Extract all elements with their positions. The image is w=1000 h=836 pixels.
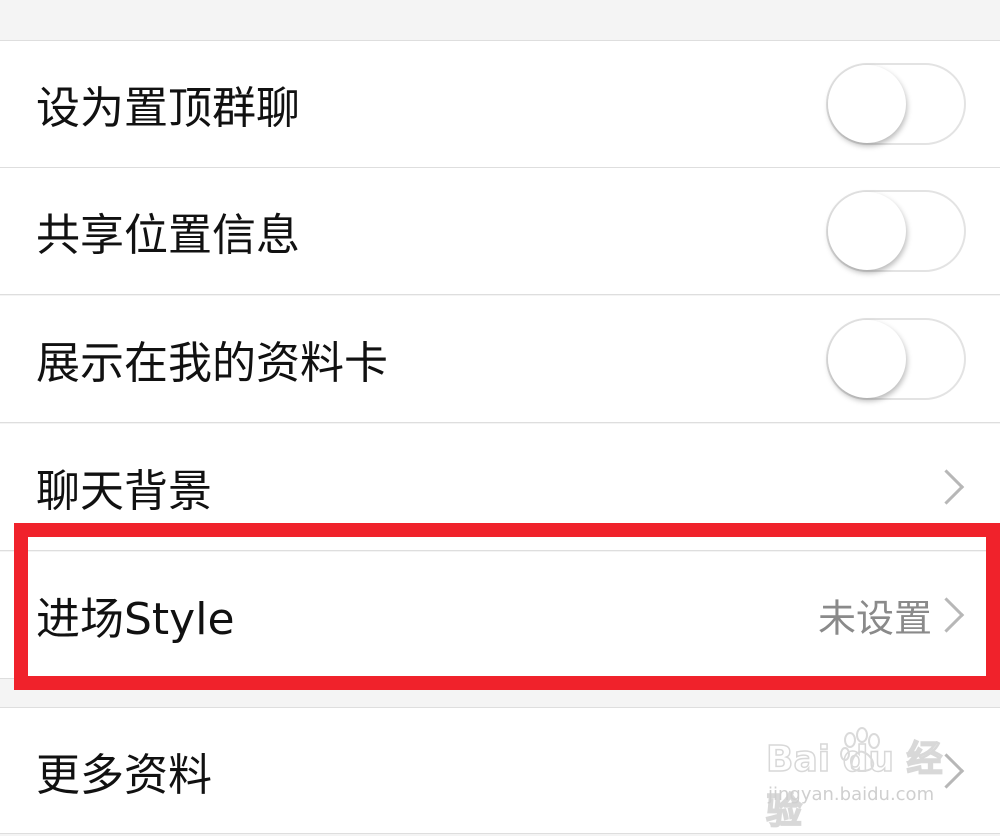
settings-row-label: 聊天背景: [36, 466, 212, 517]
baidu-paw-icon: [840, 727, 880, 772]
chevron-right-icon: [928, 597, 965, 633]
toggle-knob: [828, 320, 906, 398]
settings-row-entrance-style[interactable]: 进场Style 未设置: [0, 552, 1000, 679]
chevron-right-icon: [928, 469, 965, 505]
share-location-toggle[interactable]: [826, 190, 966, 272]
settings-row-share-location[interactable]: 共享位置信息: [0, 168, 1000, 295]
settings-row-label: 进场Style: [36, 594, 235, 645]
group-chat-settings-page: 设为置顶群聊 共享位置信息 展示在我的资料卡 聊天背景 进场Style 未设置 …: [0, 0, 1000, 836]
settings-row-show-on-profile-card[interactable]: 展示在我的资料卡: [0, 296, 1000, 423]
baidu-jingyan-watermark: Bai du 经验 jingyan.baidu.com: [765, 726, 956, 833]
top-spacer: [0, 0, 1000, 41]
entrance-style-value: 未设置: [817, 596, 932, 641]
watermark-url: jingyan.baidu.com: [768, 784, 935, 805]
settings-row-label: 设为置顶群聊: [36, 83, 300, 134]
settings-row-chat-background[interactable]: 聊天背景: [0, 424, 1000, 551]
settings-row-label: 展示在我的资料卡: [36, 338, 388, 389]
section-spacer: [0, 679, 1000, 707]
settings-row-label: 共享位置信息: [36, 210, 300, 261]
show-on-profile-card-toggle[interactable]: [826, 318, 966, 400]
toggle-knob: [828, 192, 906, 270]
toggle-knob: [828, 65, 906, 143]
pin-chat-toggle[interactable]: [826, 63, 966, 145]
settings-row-label: 更多资料: [36, 749, 212, 801]
settings-row-pin-chat[interactable]: 设为置顶群聊: [0, 41, 1000, 168]
